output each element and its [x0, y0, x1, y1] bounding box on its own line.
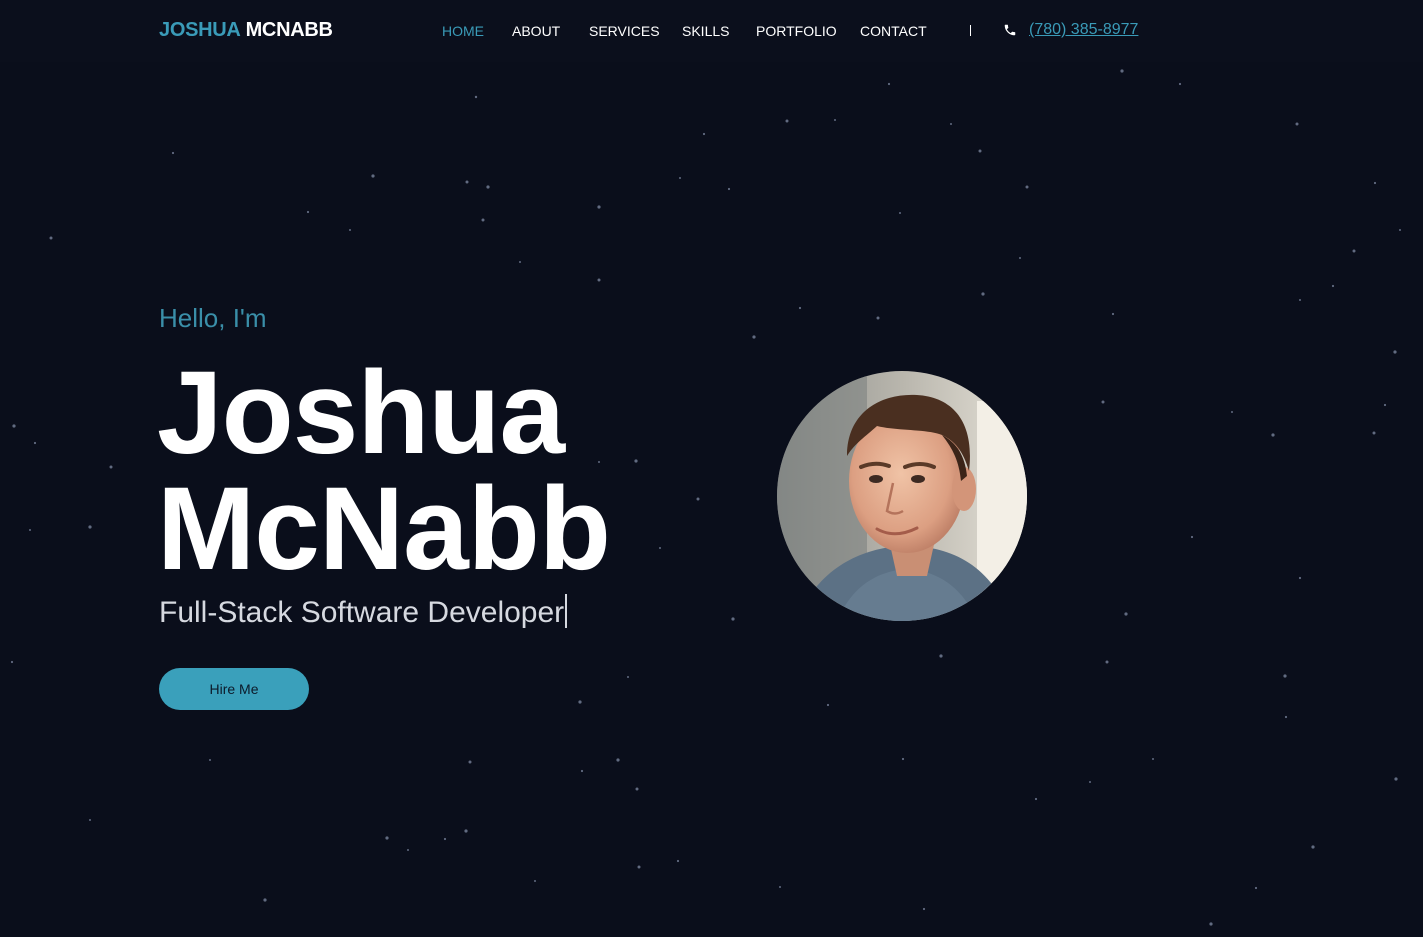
site-logo[interactable]: JOSHUA MCNABB: [159, 18, 333, 42]
typing-cursor: [565, 594, 568, 628]
phone-icon: [1004, 24, 1016, 36]
nav-item-skills[interactable]: SKILLS: [682, 22, 729, 40]
hero-greeting: Hello, I'm: [159, 303, 267, 333]
nav-item-contact[interactable]: CONTACT: [860, 22, 927, 40]
hero-role-text: Full-Stack Software Developer: [159, 596, 565, 629]
hero-name-last: McNabb: [157, 463, 611, 595]
nav-item-home[interactable]: HOME: [442, 22, 484, 40]
logo-last-name: MCNABB: [245, 19, 333, 41]
hire-me-button[interactable]: Hire Me: [159, 668, 309, 710]
hero-name: Joshua McNabb: [157, 347, 611, 595]
nav-divider: [970, 25, 971, 36]
nav-item-portfolio[interactable]: PORTFOLIO: [756, 22, 837, 40]
nav-item-services[interactable]: SERVICES: [589, 22, 660, 40]
profile-avatar: [777, 371, 1027, 621]
phone-number-link[interactable]: (780) 385-8977: [1029, 20, 1138, 40]
top-navbar: JOSHUA MCNABB HOME ABOUT SERVICES SKILLS …: [0, 0, 1423, 62]
hero-name-first: Joshua: [157, 347, 565, 479]
hero-role: Full-Stack Software Developer: [159, 594, 568, 631]
page: JOSHUA MCNABB HOME ABOUT SERVICES SKILLS …: [0, 0, 1423, 937]
nav-item-about[interactable]: ABOUT: [512, 22, 560, 40]
profile-photo: [777, 371, 1027, 621]
logo-first-name: JOSHUA: [159, 19, 241, 41]
